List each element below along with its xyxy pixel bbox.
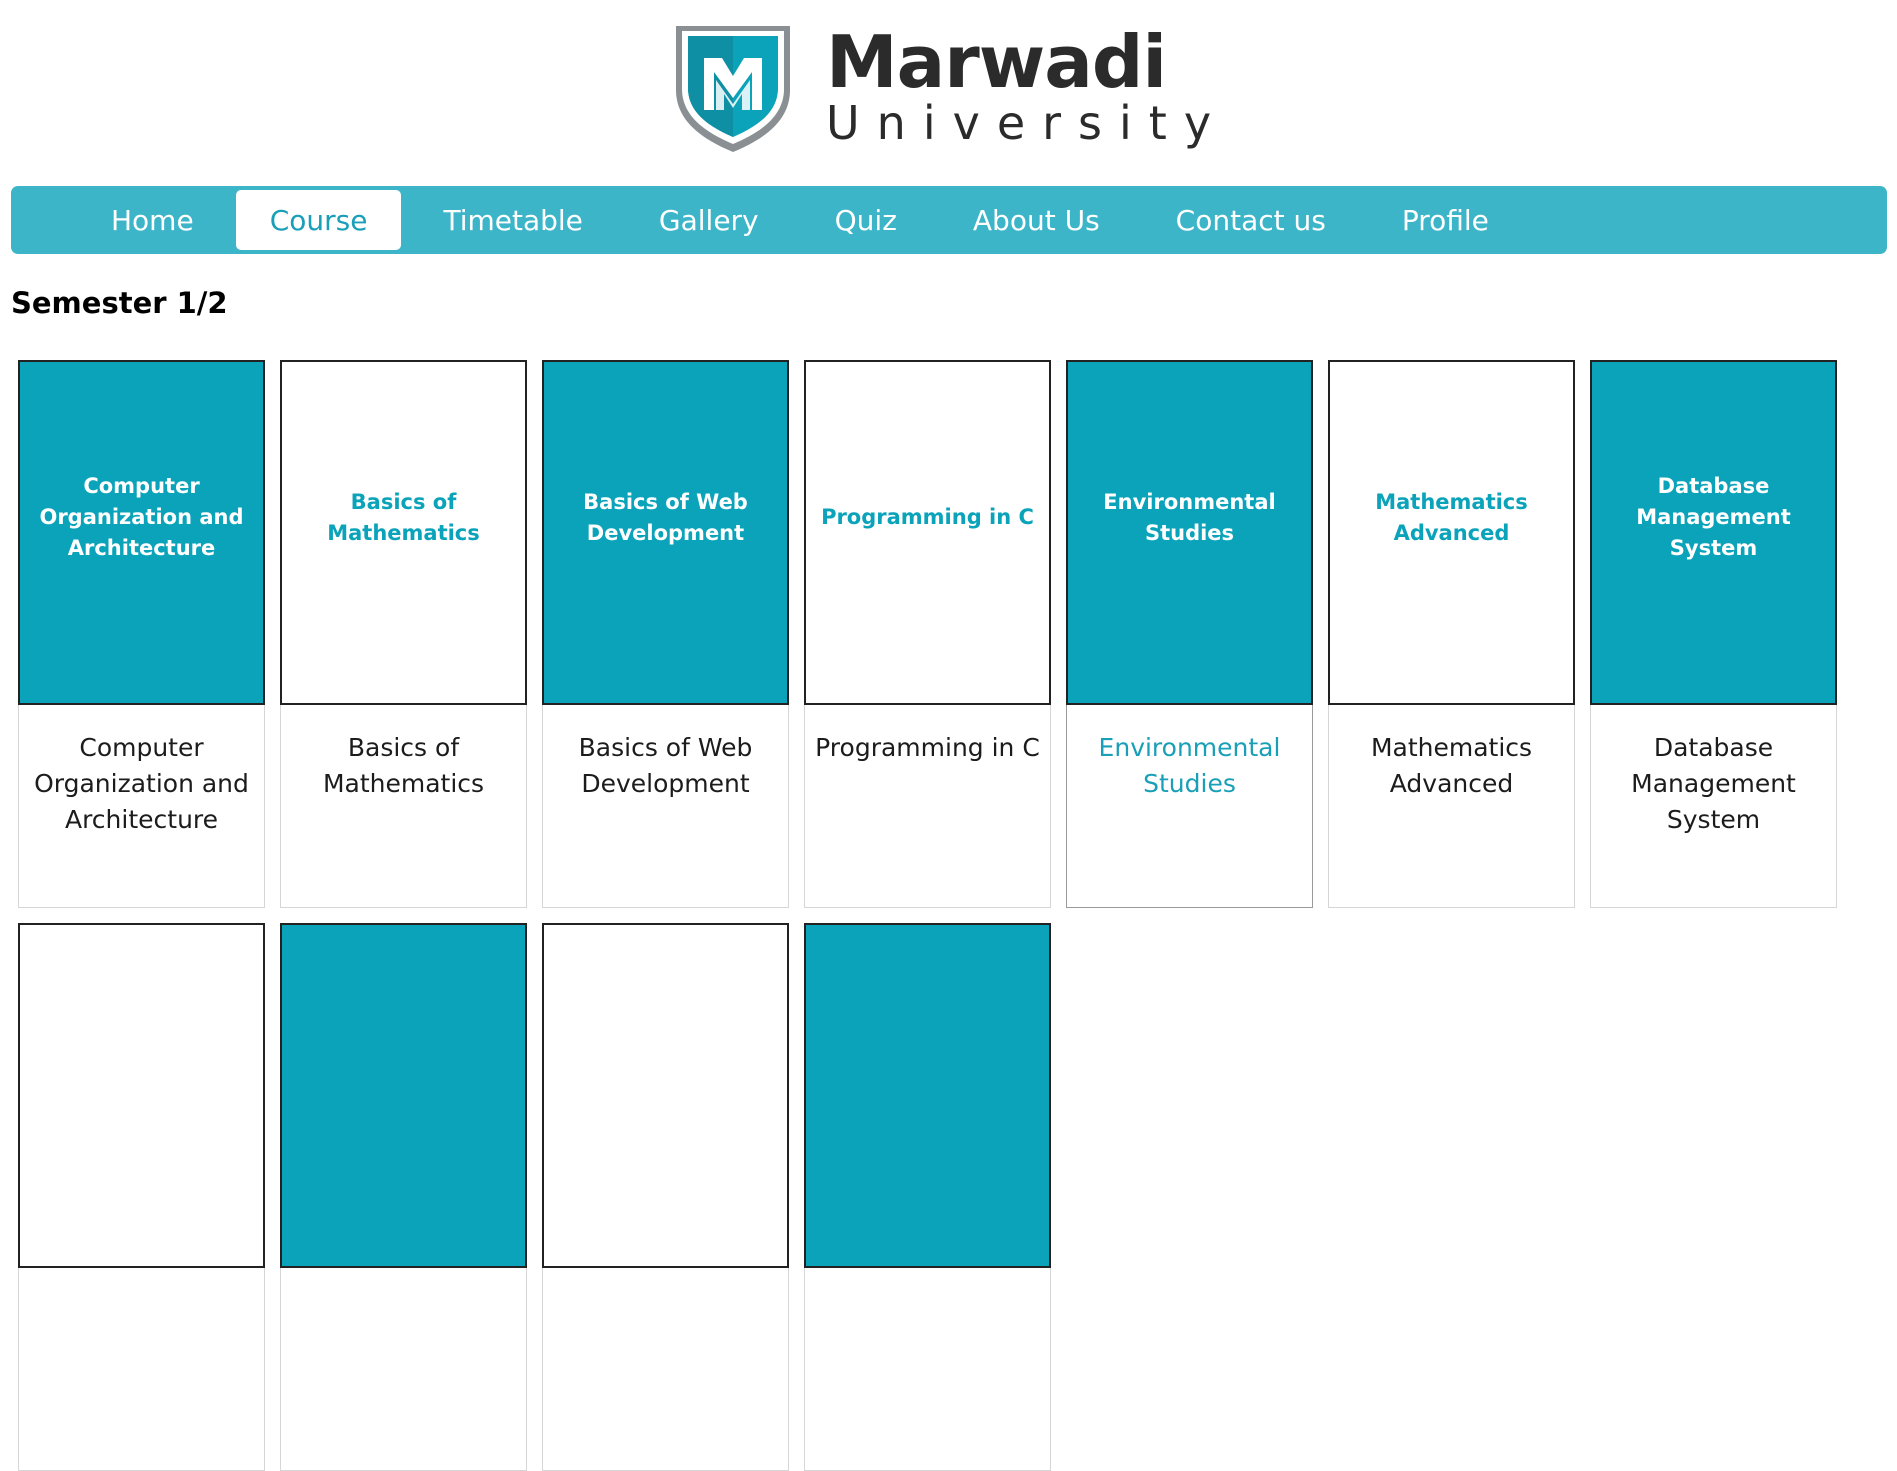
course-title[interactable]: Database Management System (1591, 705, 1836, 838)
course-card[interactable] (804, 923, 1051, 1471)
course-title[interactable]: Mathematics Advanced (1329, 705, 1574, 802)
course-card[interactable]: Environmental Studies Environmental Stud… (1066, 360, 1313, 908)
shield-logo-icon (676, 26, 790, 152)
course-thumbnail[interactable]: Basics of Web Development (542, 360, 789, 705)
logo-name-line2: University (826, 96, 1229, 150)
course-title[interactable]: Environmental Studies (1067, 705, 1312, 802)
course-card[interactable]: Programming in C Programming in C (804, 360, 1051, 908)
course-thumbnail[interactable]: Computer Organization and Architecture (18, 360, 265, 705)
course-title[interactable] (281, 1268, 526, 1293)
course-thumbnail[interactable]: Database Management System (1590, 360, 1837, 705)
course-card[interactable] (542, 923, 789, 1471)
course-card[interactable] (18, 923, 265, 1471)
nav-contact-us[interactable]: Contact us (1142, 190, 1360, 250)
nav-gallery[interactable]: Gallery (625, 190, 793, 250)
nav-course[interactable]: Course (235, 190, 402, 250)
nav-quiz[interactable]: Quiz (801, 190, 931, 250)
course-thumbnail[interactable] (542, 923, 789, 1268)
nav-timetable[interactable]: Timetable (409, 190, 616, 250)
course-thumbnail[interactable]: Basics of Mathematics (280, 360, 527, 705)
course-thumbnail-title: Computer Organization and Architecture (39, 474, 244, 560)
course-thumbnail-title: Basics of Web Development (583, 489, 748, 545)
course-card[interactable] (280, 923, 527, 1471)
course-thumbnail[interactable]: Mathematics Advanced (1328, 360, 1575, 705)
course-thumbnail[interactable] (280, 923, 527, 1268)
university-logo[interactable]: Marwadi University (672, 12, 1228, 160)
course-thumbnail-title: Basics of Mathematics (327, 489, 480, 545)
course-title[interactable] (19, 1268, 264, 1293)
course-card[interactable]: Mathematics Advanced Mathematics Advance… (1328, 360, 1575, 908)
course-thumbnail[interactable]: Environmental Studies (1066, 360, 1313, 705)
nav-home[interactable]: Home (77, 190, 228, 250)
course-title[interactable]: Programming in C (805, 705, 1050, 766)
course-card[interactable]: Basics of Web Development Basics of Web … (542, 360, 789, 908)
course-thumbnail[interactable]: Programming in C (804, 360, 1051, 705)
course-title[interactable]: Basics of Web Development (543, 705, 788, 802)
course-card[interactable]: Basics of Mathematics Basics of Mathemat… (280, 360, 527, 908)
course-thumbnail-title: Programming in C (821, 505, 1034, 529)
course-thumbnail-title: Environmental Studies (1103, 489, 1276, 545)
course-grid: Computer Organization and Architecture C… (18, 360, 1878, 1471)
course-title[interactable] (805, 1268, 1050, 1293)
logo-name-line1: Marwadi (826, 20, 1167, 104)
course-thumbnail-title: Mathematics Advanced (1375, 489, 1528, 545)
course-card[interactable]: Database Management System Database Mana… (1590, 360, 1837, 908)
course-thumbnail-title: Database Management System (1636, 474, 1791, 560)
course-thumbnail[interactable] (18, 923, 265, 1268)
semester-heading: Semester 1/2 (11, 286, 228, 320)
course-title[interactable]: Computer Organization and Architecture (19, 705, 264, 838)
course-card[interactable]: Computer Organization and Architecture C… (18, 360, 265, 908)
course-thumbnail[interactable] (804, 923, 1051, 1268)
course-title[interactable] (543, 1268, 788, 1293)
main-navbar: Home Course Timetable Gallery Quiz About… (11, 186, 1887, 254)
course-title[interactable]: Basics of Mathematics (281, 705, 526, 802)
nav-about-us[interactable]: About Us (939, 190, 1134, 250)
nav-profile[interactable]: Profile (1368, 190, 1523, 250)
